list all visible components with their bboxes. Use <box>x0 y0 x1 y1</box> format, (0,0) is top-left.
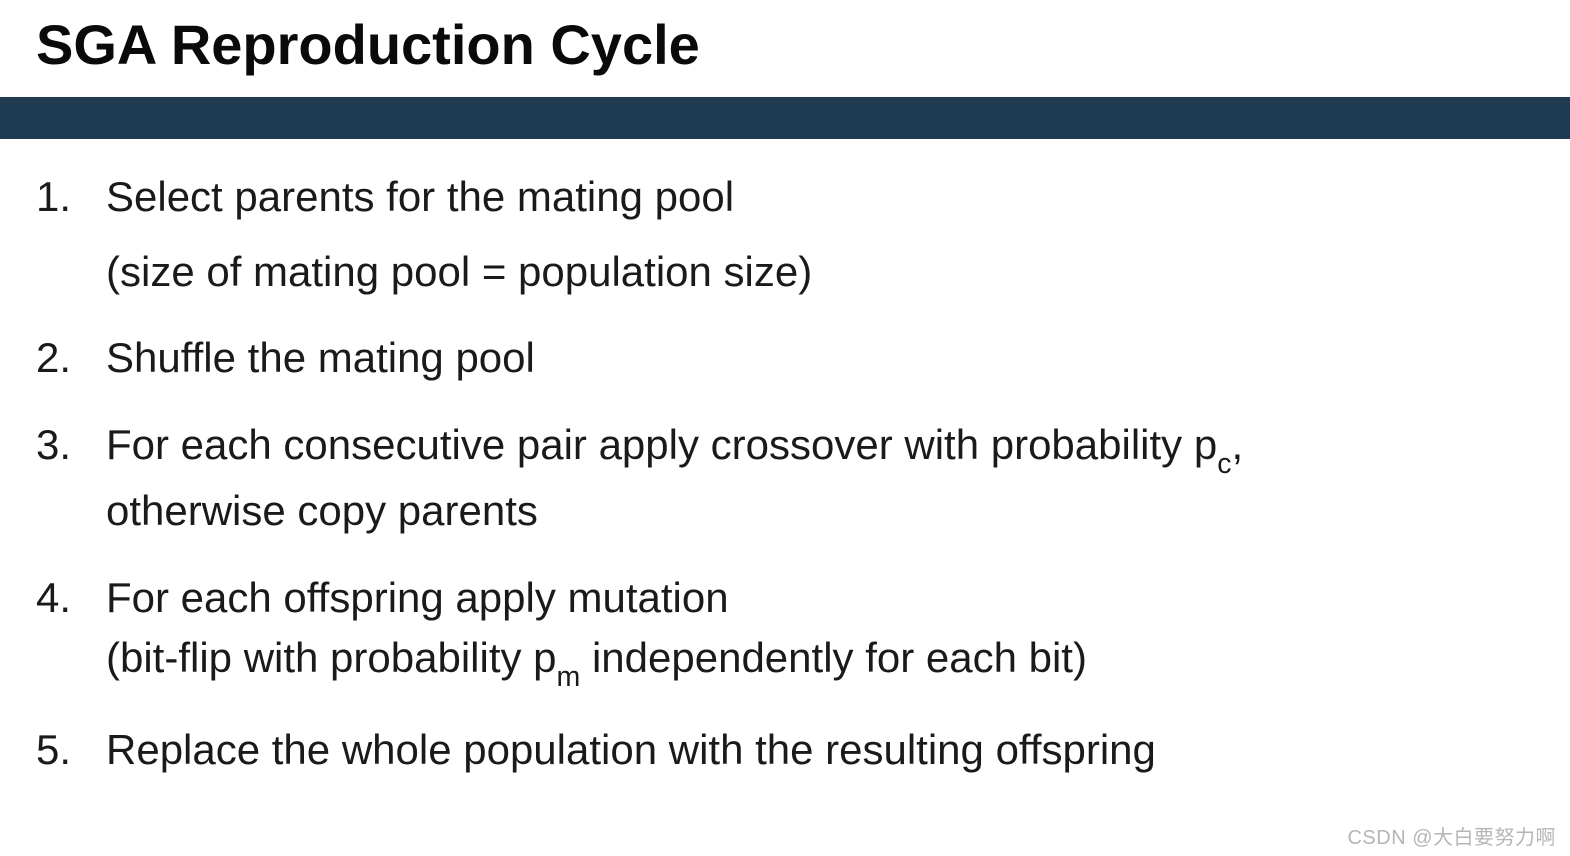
step-5: Replace the whole population with the re… <box>36 722 1534 779</box>
step-1-line-1: Select parents for the mating pool <box>106 173 734 220</box>
step-3-line-2: otherwise copy parents <box>106 483 1534 540</box>
step-3: For each consecutive pair apply crossove… <box>36 417 1534 540</box>
step-1: Select parents for the mating pool (size… <box>36 169 1534 300</box>
step-5-text: Replace the whole population with the re… <box>106 726 1156 773</box>
step-2: Shuffle the mating pool <box>36 330 1534 387</box>
step-3-line-1-post: , <box>1231 421 1243 468</box>
step-4-line-2-post: independently for each bit) <box>580 634 1087 681</box>
steps-list: Select parents for the mating pool (size… <box>36 169 1534 779</box>
step-3-subscript-c: c <box>1217 448 1231 480</box>
slide-content: Select parents for the mating pool (size… <box>0 139 1570 779</box>
step-4-subscript-m: m <box>557 661 581 693</box>
step-4-line-2-pre: (bit-flip with probability p <box>106 634 557 681</box>
step-1-line-2: (size of mating pool = population size) <box>106 244 1534 301</box>
step-4: For each offspring apply mutation (bit-f… <box>36 570 1534 693</box>
watermark-text: CSDN @大白要努力啊 <box>1347 821 1556 850</box>
slide-title: SGA Reproduction Cycle <box>0 0 1570 97</box>
step-2-text: Shuffle the mating pool <box>106 334 535 381</box>
step-3-line-1-pre: For each consecutive pair apply crossove… <box>106 421 1217 468</box>
step-4-line-2: (bit-flip with probability pm independen… <box>106 630 1534 692</box>
title-divider-bar <box>0 97 1570 139</box>
step-4-line-1: For each offspring apply mutation <box>106 574 729 621</box>
